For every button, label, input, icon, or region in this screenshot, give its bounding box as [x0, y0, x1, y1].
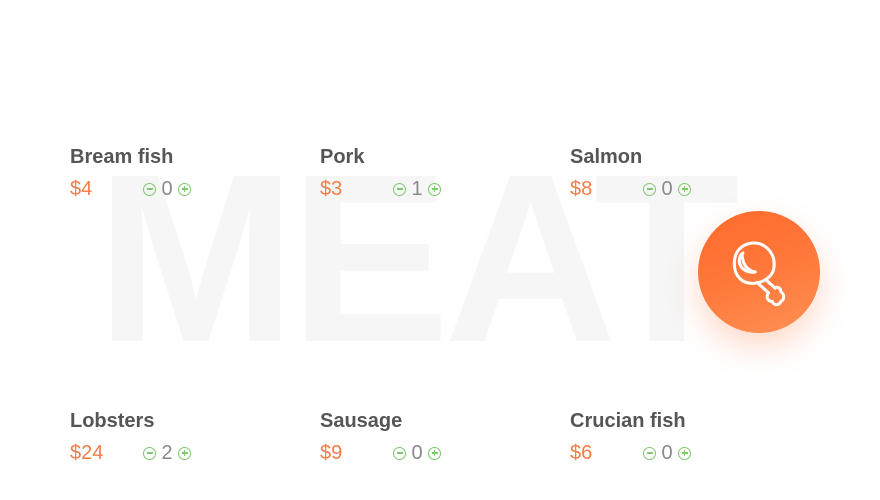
product-name: Salmon — [570, 146, 643, 168]
product-card-crucian-fish: Crucian fish $6 0 — [570, 408, 770, 466]
quantity-value: 1 — [411, 177, 423, 200]
increase-quantity-button[interactable] — [678, 446, 691, 460]
product-card-salmon: Salmon $8 0 — [570, 144, 770, 202]
product-price: $4 — [70, 177, 93, 200]
decrease-quantity-button[interactable] — [143, 182, 156, 196]
quantity-value: 2 — [161, 441, 173, 464]
quantity-value: 0 — [661, 441, 673, 464]
product-card-sausage: Sausage $9 0 — [320, 408, 520, 466]
product-price: $3 — [320, 177, 343, 200]
increase-quantity-button[interactable] — [428, 446, 441, 460]
product-name: Pork — [320, 146, 365, 168]
product-price: $8 — [570, 177, 593, 200]
quantity-value: 0 — [161, 177, 173, 200]
decrease-quantity-button[interactable] — [643, 182, 656, 196]
decrease-quantity-button[interactable] — [143, 446, 156, 460]
product-price: $9 — [320, 441, 343, 464]
decrease-quantity-button[interactable] — [393, 446, 406, 460]
product-name: Sausage — [320, 410, 403, 432]
increase-quantity-button[interactable] — [428, 182, 441, 196]
product-name: Bream fish — [70, 146, 174, 168]
product-price: $6 — [570, 441, 593, 464]
meat-drumstick-icon — [732, 241, 786, 307]
product-name: Crucian fish — [570, 410, 686, 432]
product-card-lobsters: Lobsters $24 2 — [70, 408, 270, 466]
decrease-quantity-button[interactable] — [643, 446, 656, 460]
product-price: $24 — [70, 441, 104, 464]
decrease-quantity-button[interactable] — [393, 182, 406, 196]
meat-category-button[interactable] — [698, 211, 820, 333]
quantity-value: 0 — [411, 441, 423, 464]
product-name: Lobsters — [70, 410, 155, 432]
increase-quantity-button[interactable] — [178, 446, 191, 460]
quantity-value: 0 — [661, 177, 673, 200]
increase-quantity-button[interactable] — [178, 182, 191, 196]
product-card-bream-fish: Bream fish $4 0 — [70, 144, 270, 202]
product-card-pork: Pork $3 1 — [320, 144, 520, 202]
increase-quantity-button[interactable] — [678, 182, 691, 196]
